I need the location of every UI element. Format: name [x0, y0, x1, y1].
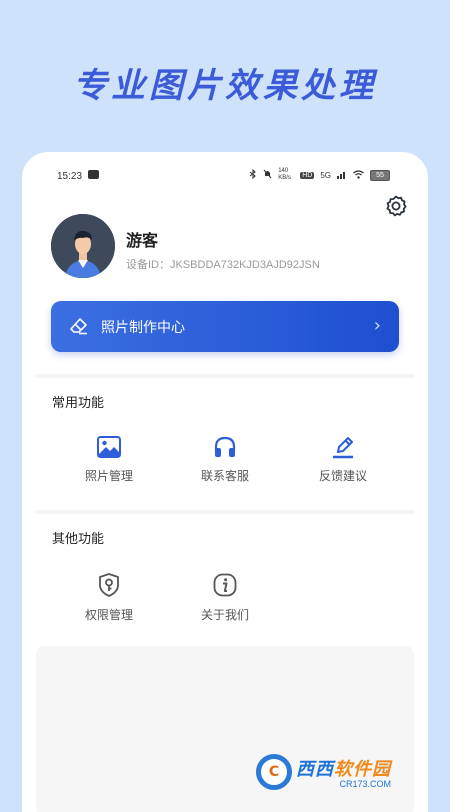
photo-studio-banner-button[interactable]: 照片制作中心 ›: [51, 301, 399, 352]
signal-label: 5G: [320, 170, 331, 180]
battery-indicator: 55: [370, 169, 390, 181]
banner-label: 照片制作中心: [101, 320, 185, 336]
feedback-label: 反馈建议: [318, 469, 367, 483]
hd-badge: HD: [300, 171, 315, 179]
watermark-brand-orange: 软件园: [334, 759, 391, 780]
signal-bars-icon: [337, 170, 347, 181]
section-divider: [36, 374, 414, 378]
status-right-group: 140 KB/s HD 5G 55: [249, 168, 390, 182]
other-functions-title: 其他功能: [52, 532, 105, 547]
about-us-button[interactable]: 关于我们: [185, 572, 265, 623]
contact-support-label: 联系客服: [200, 469, 249, 483]
phone-screen: 15:23 140 KB/s HD 5G 55 游客 设备ID：JKSBDDA7…: [22, 152, 428, 812]
photo-management-button[interactable]: 照片管理: [69, 435, 149, 484]
watermark-brand: 西西软件园: [296, 755, 391, 781]
image-icon: [97, 436, 121, 458]
permission-management-label: 权限管理: [84, 608, 133, 622]
site-watermark-logo: C 西西软件园 CR173.COM: [256, 752, 436, 792]
settings-gear-icon[interactable]: [384, 194, 408, 218]
watermark-text: 西西软件园 CR173.COM: [296, 755, 391, 789]
username: 游客: [126, 231, 159, 250]
info-icon: [213, 573, 237, 597]
avatar[interactable]: [51, 214, 115, 278]
network-speed: 140 KB/s: [278, 168, 291, 181]
eraser-icon: [69, 317, 89, 335]
device-id: 设备ID：JKSBDDA732KJD3AJD92JSN: [126, 259, 320, 271]
contact-support-button[interactable]: 联系客服: [185, 435, 265, 484]
common-functions-title: 常用功能: [52, 396, 105, 411]
permission-management-button[interactable]: 权限管理: [69, 572, 149, 623]
section-divider: [36, 510, 414, 514]
pencil-icon: [333, 437, 353, 459]
shield-key-icon: [99, 573, 119, 597]
status-bar: 15:23 140 KB/s HD 5G 55: [22, 152, 428, 198]
chevron-right-icon: ›: [373, 315, 381, 336]
watermark-c-logo: C: [256, 754, 292, 790]
mute-bell-icon: [263, 169, 272, 181]
bluetooth-icon: [249, 168, 257, 181]
about-us-label: 关于我们: [200, 608, 249, 622]
wifi-icon: [353, 169, 364, 181]
photo-management-label: 照片管理: [84, 469, 133, 483]
status-time: 15:23: [57, 171, 83, 182]
headphones-icon: [214, 436, 236, 457]
promo-title: 专业图片效果处理: [73, 66, 377, 106]
message-notification-icon: [88, 170, 99, 179]
watermark-brand-blue: 西西: [296, 759, 334, 780]
feedback-button[interactable]: 反馈建议: [303, 435, 383, 484]
